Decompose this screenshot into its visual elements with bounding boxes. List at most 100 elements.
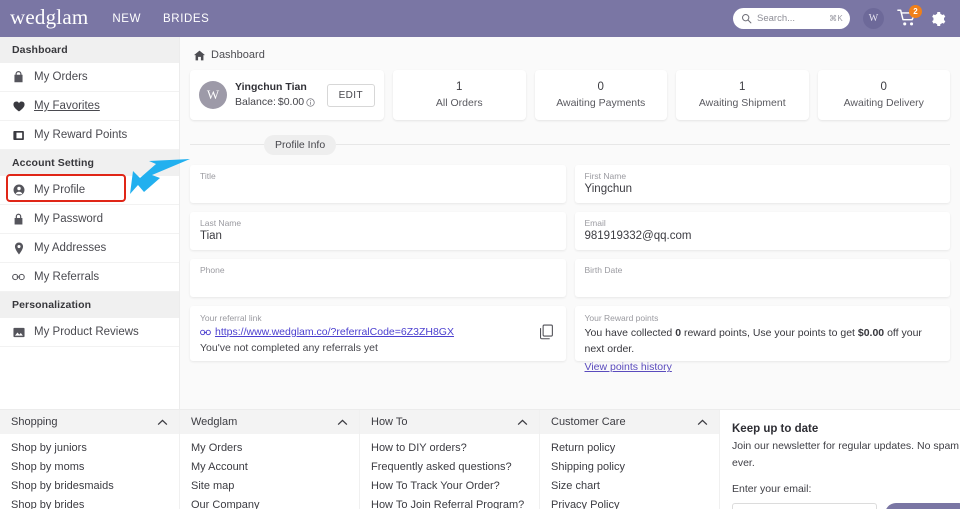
- footer-link[interactable]: My Orders: [191, 439, 348, 458]
- field-email[interactable]: Email 981919332@qq.com: [574, 212, 950, 250]
- nav-link-brides[interactable]: BRIDES: [163, 13, 209, 25]
- sidebar-item-my-referrals[interactable]: My Referrals: [0, 263, 179, 292]
- sidebar-item-label: My Orders: [34, 71, 88, 83]
- reward-summary-text: You have collected 0 reward points, Use …: [585, 325, 941, 358]
- profile-summary-card: W Yingchun Tian Balance: $0.00 EDIT: [190, 70, 384, 120]
- sidebar-item-my-password[interactable]: My Password: [0, 205, 179, 234]
- edit-profile-button[interactable]: EDIT: [326, 83, 375, 107]
- pin-icon: [12, 241, 25, 255]
- chevron-up-icon: [337, 419, 348, 426]
- subscribe-button[interactable]: SUBSCRIBE: [885, 502, 960, 509]
- profile-balance: Balance: $0.00: [235, 95, 315, 110]
- settings-gear-icon[interactable]: [930, 11, 946, 27]
- body-container: Dashboard My Orders My Favorites My Rewa…: [0, 37, 960, 409]
- annotation-arrow-icon: [128, 154, 192, 202]
- footer-link[interactable]: Our Company: [191, 496, 348, 509]
- sidebar-item-label: My Referrals: [34, 271, 100, 283]
- footer-column-shopping: Shopping Shop by juniors Shop by moms Sh…: [0, 410, 180, 509]
- referral-note: You've not completed any referrals yet: [200, 341, 378, 354]
- sidebar-item-label: My Favorites: [34, 100, 100, 112]
- footer-link[interactable]: How to DIY orders?: [371, 439, 528, 458]
- top-navigation-bar: wedglam NEW BRIDES Search... ⌘K W 2: [0, 0, 960, 37]
- footer-link[interactable]: Size chart: [551, 477, 708, 496]
- tab-profile-info[interactable]: Profile Info: [264, 135, 337, 155]
- profile-name: Yingchun Tian: [235, 80, 307, 93]
- heart-icon: [12, 101, 25, 112]
- footer-link[interactable]: Shop by juniors: [11, 439, 168, 458]
- sidebar-item-label: My Password: [34, 213, 104, 225]
- newsletter-input-label: Enter your email:: [732, 482, 812, 495]
- nav-link-new[interactable]: NEW: [112, 13, 141, 25]
- cart-count-badge: 2: [909, 5, 922, 18]
- cart-button[interactable]: 2: [897, 5, 922, 29]
- footer-link[interactable]: Privacy Policy: [551, 496, 708, 509]
- stat-card-awaiting-shipment[interactable]: 1 Awaiting Shipment: [676, 70, 809, 120]
- footer-link[interactable]: How To Join Referral Program?: [371, 496, 528, 509]
- referral-panel: Your referral link https://www.wedglam.c…: [190, 306, 566, 361]
- stat-card-awaiting-delivery[interactable]: 0 Awaiting Delivery: [817, 70, 950, 120]
- copy-icon[interactable]: [539, 324, 554, 340]
- tab-row: Profile Info: [190, 133, 950, 163]
- field-first-name[interactable]: First Name Yingchun: [574, 165, 950, 203]
- footer-link[interactable]: Frequently asked questions?: [371, 458, 528, 477]
- brand-logo[interactable]: wedglam: [10, 7, 88, 30]
- footer-column-header[interactable]: Wedglam: [180, 410, 359, 434]
- footer-link[interactable]: Shop by brides: [11, 496, 168, 509]
- footer-link[interactable]: My Account: [191, 458, 348, 477]
- footer-column-header[interactable]: How To: [360, 410, 539, 434]
- footer-link[interactable]: How To Track Your Order?: [371, 477, 528, 496]
- bag-icon: [12, 71, 25, 83]
- search-input[interactable]: Search... ⌘K: [733, 8, 850, 29]
- sidebar-item-label: My Profile: [34, 184, 86, 196]
- chevron-up-icon: [697, 419, 708, 426]
- lock-icon: [12, 213, 25, 225]
- sidebar-item-my-product-reviews[interactable]: My Product Reviews: [0, 318, 179, 347]
- sidebar-item-my-orders[interactable]: My Orders: [0, 63, 179, 92]
- sidebar-item-my-addresses[interactable]: My Addresses: [0, 234, 179, 263]
- stat-card-awaiting-payments[interactable]: 0 Awaiting Payments: [534, 70, 667, 120]
- field-last-name[interactable]: Last Name Tian: [190, 212, 566, 250]
- stat-label: All Orders: [435, 97, 483, 109]
- view-points-history-link[interactable]: View points history: [585, 360, 672, 376]
- footer-link-list: My Orders My Account Site map Our Compan…: [180, 434, 359, 509]
- field-label: Title: [200, 171, 216, 181]
- reward-text-b: reward points, Use your points to get: [681, 326, 858, 339]
- main-content: Dashboard W Yingchun Tian Balance: $0.00: [180, 37, 960, 409]
- field-phone[interactable]: Phone: [190, 259, 566, 297]
- footer-column-customer-care: Customer Care Return policy Shipping pol…: [540, 410, 720, 509]
- footer-link-list: How to DIY orders? Frequently asked ques…: [360, 434, 539, 509]
- footer-link-list: Return policy Shipping policy Size chart…: [540, 434, 719, 509]
- footer-link[interactable]: Shop by bridesmaids: [11, 477, 168, 496]
- footer-link[interactable]: Return policy: [551, 439, 708, 458]
- field-title[interactable]: Title: [190, 165, 566, 203]
- review-icon: [12, 327, 25, 338]
- search-icon: [741, 13, 752, 24]
- footer-column-header[interactable]: Shopping: [0, 410, 179, 434]
- info-icon[interactable]: [306, 98, 315, 107]
- footer-column-header[interactable]: Customer Care: [540, 410, 719, 434]
- sidebar-group-title-dashboard: Dashboard: [0, 37, 179, 63]
- avatar[interactable]: W: [199, 81, 227, 109]
- field-label: Email: [584, 218, 606, 228]
- stat-card-all-orders[interactable]: 1 All Orders: [393, 70, 526, 120]
- account-logo-badge[interactable]: W: [863, 8, 884, 29]
- sidebar-item-my-favorites[interactable]: My Favorites: [0, 92, 179, 121]
- referral-link[interactable]: https://www.wedglam.co/?referralCode=6Z3…: [200, 325, 556, 341]
- footer-link-list: Shop by juniors Shop by moms Shop by bri…: [0, 434, 179, 509]
- field-birth-date[interactable]: Birth Date: [574, 259, 950, 297]
- user-icon: [12, 184, 25, 196]
- newsletter-form-row: mail@example.com SUBSCRIBE: [732, 502, 960, 509]
- footer-link[interactable]: Site map: [191, 477, 348, 496]
- breadcrumb-label[interactable]: Dashboard: [211, 49, 265, 61]
- footer-column-title: How To: [371, 416, 408, 428]
- chevron-up-icon: [517, 419, 528, 426]
- field-label: Last Name: [200, 218, 242, 228]
- sidebar-item-my-reward-points[interactable]: My Reward Points: [0, 121, 179, 150]
- stats-row: W Yingchun Tian Balance: $0.00 EDIT 1 Al…: [190, 70, 950, 120]
- referral-label: Your referral link: [200, 313, 262, 323]
- newsletter-subtitle: Join our newsletter for regular updates.…: [732, 440, 960, 470]
- newsletter-email-input[interactable]: mail@example.com: [732, 503, 877, 509]
- footer-link[interactable]: Shipping policy: [551, 458, 708, 477]
- footer-link[interactable]: Shop by moms: [11, 458, 168, 477]
- footer: Shopping Shop by juniors Shop by moms Sh…: [0, 409, 960, 509]
